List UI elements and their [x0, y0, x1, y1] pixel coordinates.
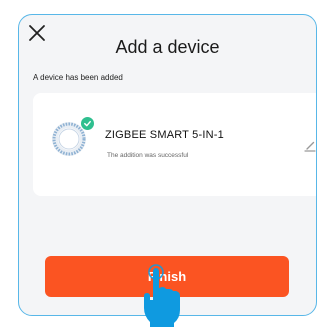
device-name: ZIGBEE SMART 5-IN-1 — [105, 129, 224, 141]
edit-pencil-icon[interactable] — [303, 139, 317, 153]
dialog-title: Add a device — [115, 37, 220, 57]
pointer-hand-icon — [144, 264, 180, 327]
device-card[interactable]: ZIGBEE SMART 5-IN-1 The addition was suc… — [33, 93, 317, 196]
success-check-badge — [80, 116, 95, 131]
dialog-subtitle: A device has been added — [33, 73, 123, 82]
check-icon — [84, 120, 91, 127]
device-status: The addition was successful — [107, 152, 189, 159]
